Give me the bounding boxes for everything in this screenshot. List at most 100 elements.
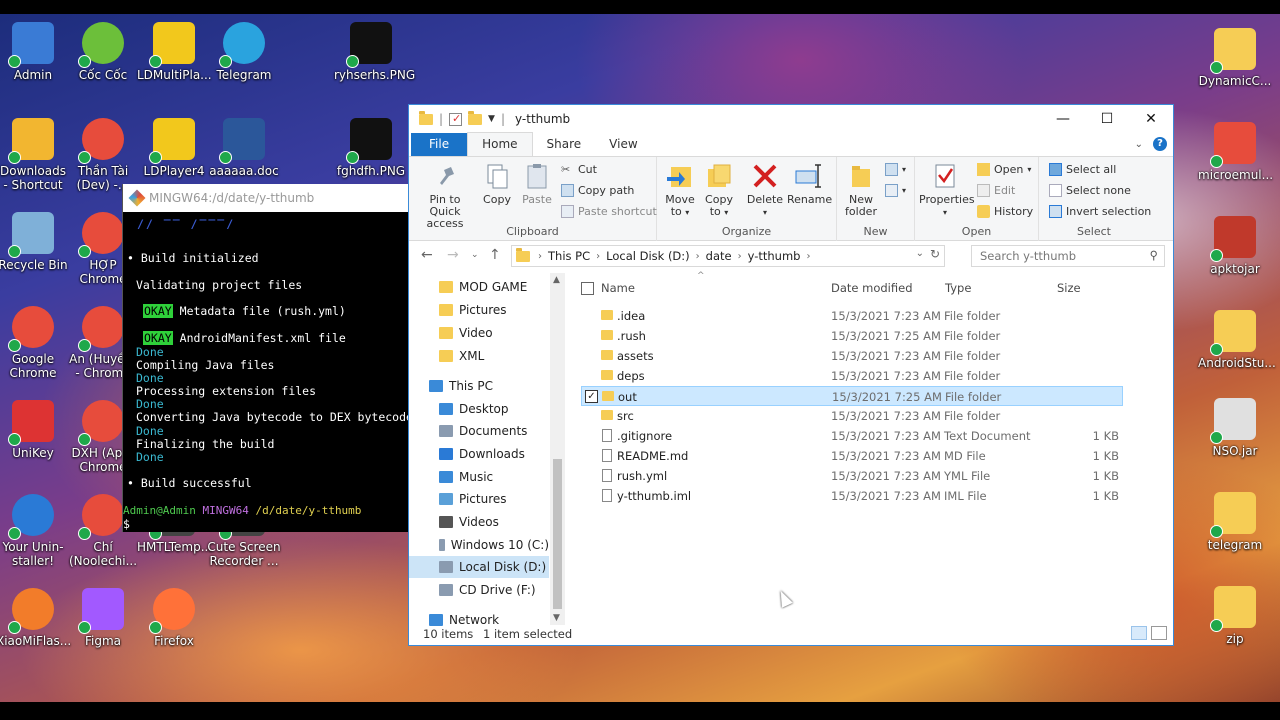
breadcrumb-item[interactable]: y-tthumb	[748, 249, 801, 263]
new-folder-button[interactable]: New folder	[841, 161, 881, 218]
file-row[interactable]: deps 15/3/2021 7:23 AM File folder	[581, 366, 1123, 386]
minimize-button[interactable]: —	[1041, 105, 1085, 133]
desktop-icon[interactable]: LDMultiPla...	[137, 22, 212, 82]
file-row[interactable]: assets 15/3/2021 7:23 AM File folder	[581, 346, 1123, 366]
term-input-line[interactable]: $	[123, 518, 130, 531]
file-explorer-window[interactable]: | ✓ ▼ | y-tthumb — ☐ ✕ File Home Share V…	[408, 104, 1174, 646]
chevron-right-icon[interactable]: ›	[696, 251, 700, 262]
scroll-down-icon[interactable]: ▼	[553, 613, 560, 623]
desktop-icon[interactable]: UniKey	[0, 400, 70, 460]
chevron-right-icon[interactable]: ›	[596, 251, 600, 262]
select-all-checkbox[interactable]	[581, 282, 594, 295]
desktop-icon[interactable]: Cốc Cốc	[66, 22, 140, 82]
address-dropdown-icon[interactable]: ⌄	[916, 248, 924, 259]
nav-item[interactable]: Downloads	[409, 443, 549, 465]
desktop-icon[interactable]: telegram	[1198, 492, 1272, 552]
nav-item[interactable]: Pictures	[409, 299, 549, 321]
edit-button[interactable]: Edit	[977, 184, 1015, 197]
copy-path-button[interactable]: Copy path	[561, 184, 634, 197]
navigation-pane[interactable]: MOD GAME Pictures Video XML This PC Desktop Do…	[409, 105, 550, 635]
nav-item[interactable]: Videos	[409, 511, 549, 533]
breadcrumb-item[interactable]: date	[706, 249, 732, 263]
maximize-button[interactable]: ☐	[1085, 105, 1129, 133]
terminal-window[interactable]: MINGW64:/d/date/y-tthumb // ‾‾ /‾‾‾/ • B…	[122, 184, 413, 532]
desktop-icon[interactable]: LDPlayer4	[137, 118, 211, 178]
desktop-icon[interactable]: Google Chrome	[0, 306, 70, 380]
nav-scroll-thumb[interactable]	[553, 459, 562, 609]
file-row[interactable]: y-tthumb.iml 15/3/2021 7:23 AM IML File 1 K…	[581, 486, 1123, 506]
file-row[interactable]: .rush 15/3/2021 7:25 AM File folder	[581, 326, 1123, 346]
nav-item[interactable]: Local Disk (D:)	[409, 556, 549, 578]
details-view-icon[interactable]	[1131, 626, 1147, 640]
desktop-icon[interactable]: Recycle Bin	[0, 212, 70, 272]
desktop-icon[interactable]: microemul...	[1198, 122, 1273, 182]
desktop-icon[interactable]: Admin	[0, 22, 70, 82]
nav-item[interactable]: Documents	[409, 420, 549, 442]
terminal-output[interactable]: // ‾‾ /‾‾‾/ • Build initialized Validati…	[123, 212, 413, 532]
column-type[interactable]: Type	[945, 281, 971, 295]
file-row[interactable]: src 15/3/2021 7:23 AM File folder	[581, 406, 1123, 426]
scroll-up-icon[interactable]: ▲	[553, 275, 560, 285]
column-date-modified[interactable]: Date modified	[831, 281, 913, 295]
chevron-down-icon[interactable]: ⌄	[1135, 139, 1143, 150]
desktop-icon[interactable]: Telegram	[207, 22, 281, 82]
open-button[interactable]: Open ▾	[977, 163, 1031, 176]
chevron-right-icon[interactable]: ›	[806, 251, 810, 262]
refresh-icon[interactable]: ↻	[930, 247, 940, 261]
nav-scrollbar[interactable]: ▲ ▼	[550, 273, 565, 625]
select-all-button[interactable]: Select all	[1049, 163, 1116, 176]
address-bar[interactable]: › This PC › Local Disk (D:) › date › y-tthumb ›…	[511, 245, 945, 267]
file-row[interactable]: .idea 15/3/2021 7:23 AM File folder	[581, 306, 1123, 326]
help-icon[interactable]: ?	[1153, 137, 1167, 151]
nav-item[interactable]: XML	[409, 345, 549, 367]
select-none-button[interactable]: Select none	[1049, 184, 1131, 197]
desktop-icon[interactable]: Figma	[66, 588, 140, 648]
cut-button[interactable]: ✂ Cut	[561, 163, 597, 176]
terminal-titlebar[interactable]: MINGW64:/d/date/y-tthumb	[123, 184, 408, 212]
nav-item[interactable]: Desktop	[409, 398, 549, 420]
nav-item[interactable]: This PC	[409, 375, 549, 397]
desktop-icon[interactable]: XiaoMiFlas...	[0, 588, 71, 648]
invert-selection-button[interactable]: Invert selection	[1049, 205, 1151, 218]
large-icons-view-icon[interactable]	[1151, 626, 1167, 640]
desktop-icon[interactable]: DynamicC...	[1198, 28, 1272, 88]
close-button[interactable]: ✕	[1129, 105, 1173, 133]
column-name[interactable]: Name	[601, 281, 635, 295]
nav-item[interactable]: Music	[409, 466, 549, 488]
file-row[interactable]: .gitignore 15/3/2021 7:23 AM Text Document…	[581, 426, 1123, 446]
desktop-icon[interactable]: NSO.jar	[1198, 398, 1272, 458]
copy-to-button[interactable]: Copy to ▾	[701, 161, 737, 219]
paste-shortcut-button[interactable]: Paste shortcut	[561, 205, 657, 218]
file-row[interactable]: README.md 15/3/2021 7:23 AM MD File 1 KB	[581, 446, 1123, 466]
nav-item[interactable]: CD Drive (F:)	[409, 579, 549, 601]
tab-view[interactable]: View	[595, 133, 651, 156]
rename-button[interactable]: Rename	[787, 161, 832, 206]
file-row[interactable]: rush.yml 15/3/2021 7:23 AM YML File 1 KB	[581, 466, 1123, 486]
file-row[interactable]: ✓ out 15/3/2021 7:25 AM File folder	[581, 386, 1123, 406]
nav-item[interactable]: Pictures	[409, 488, 549, 510]
nav-item[interactable]: Video	[409, 322, 549, 344]
nav-item[interactable]: MOD GAME	[409, 276, 549, 298]
desktop-icon[interactable]: Firefox	[137, 588, 211, 648]
properties-button[interactable]: Properties ▾	[919, 161, 975, 219]
desktop-icon[interactable]: AndroidStu...	[1198, 310, 1276, 370]
breadcrumb-item[interactable]: Local Disk (D:)	[606, 249, 690, 263]
desktop-icon[interactable]: apktojar	[1198, 216, 1272, 276]
desktop-icon[interactable]: fghdfh.PNG	[334, 118, 408, 178]
delete-button[interactable]: Delete ▾	[745, 161, 785, 219]
search-box[interactable]: Search y-tthumb ⚲	[971, 245, 1165, 267]
desktop-icon[interactable]: Downloads - Shortcut	[0, 118, 70, 192]
new-item-button[interactable]: ▾	[885, 163, 906, 176]
desktop-icon[interactable]: aaaaaa.doc	[207, 118, 281, 178]
desktop-icon[interactable]: zip	[1198, 586, 1272, 646]
desktop-icon[interactable]: ryhserhs.PNG	[334, 22, 415, 82]
row-checkbox[interactable]: ✓	[585, 390, 598, 403]
desktop-icon[interactable]: Thần Tài (Dev) -...	[66, 118, 140, 192]
nav-item[interactable]: Windows 10 (C:)	[409, 534, 549, 556]
chevron-right-icon[interactable]: ›	[738, 251, 742, 262]
desktop-icon[interactable]: Your Unin-staller!	[0, 494, 70, 568]
move-to-button[interactable]: Move to ▾	[663, 161, 697, 219]
breadcrumb-item[interactable]: This PC	[548, 249, 590, 263]
easy-access-button[interactable]: ▾	[885, 184, 906, 197]
history-button[interactable]: History	[977, 205, 1033, 218]
